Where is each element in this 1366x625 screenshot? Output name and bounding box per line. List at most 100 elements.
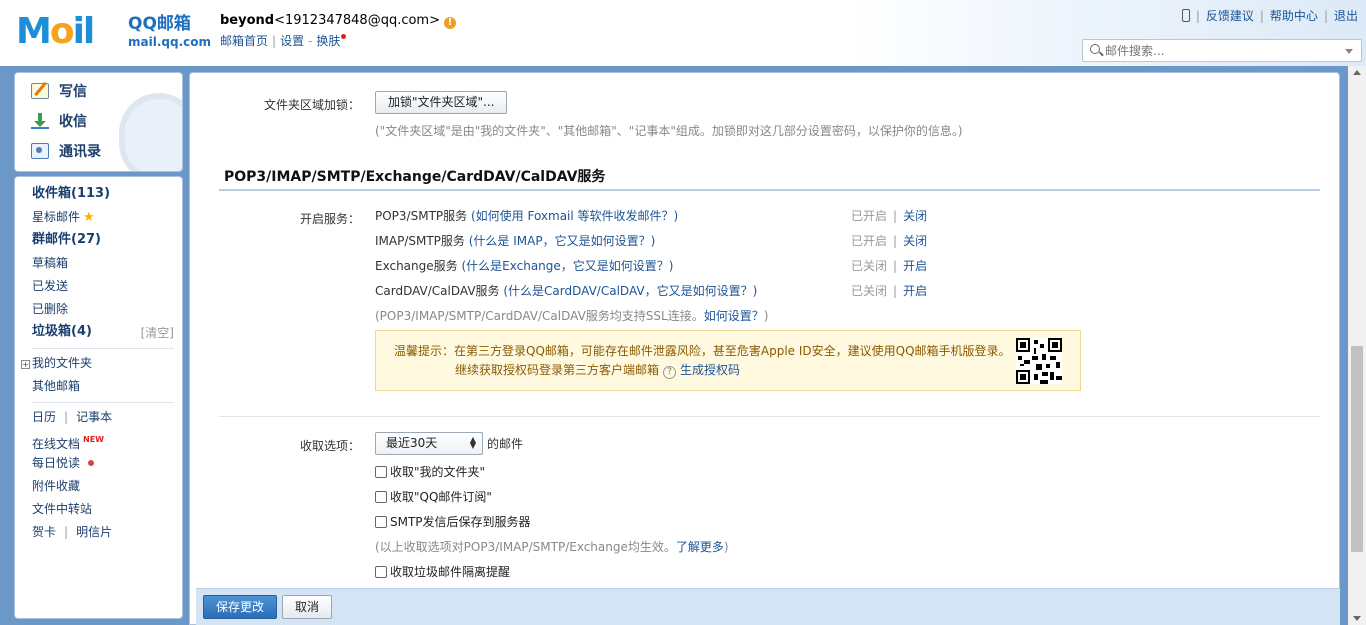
checkbox[interactable] [375, 466, 387, 478]
section-divider [219, 189, 1320, 191]
save-changes-button[interactable]: 保存更改 [203, 595, 278, 619]
option-fetch-subscriptions[interactable]: 收取"QQ邮件订阅" [375, 488, 492, 505]
page-scrollbar[interactable] [1348, 66, 1366, 625]
option-smtp-save-sent[interactable]: SMTP发信后保存到服务器 [375, 513, 531, 530]
header: Moil QQ邮箱 mail.qq.com beyond<1912347848@… [0, 0, 1366, 66]
tip-line-2-text: 继续获取授权码登录第三方客户端邮箱 [455, 363, 660, 377]
service-name: POP3/SMTP服务 [375, 209, 468, 223]
sidebar-item-group-mail[interactable]: 群邮件(27) [32, 232, 101, 248]
account-info: beyond<1912347848@qq.com>! [220, 13, 456, 29]
change-skin-link[interactable]: 换肤 [316, 34, 340, 48]
help-question-icon[interactable]: ? [663, 366, 677, 379]
sidebar-item-sent[interactable]: 已发送 [32, 278, 68, 294]
sidebar-item-file-transfer[interactable]: 文件中转站 [32, 501, 92, 517]
learn-more-link[interactable]: 了解更多 [676, 540, 724, 554]
inbox-download-icon [31, 113, 49, 129]
scroll-up-icon[interactable] [1353, 70, 1361, 75]
contacts-button[interactable]: 通讯录 [31, 141, 101, 163]
feedback-link[interactable]: 反馈建议 [1206, 9, 1254, 23]
settings-link[interactable]: 设置 [280, 34, 304, 48]
divider [219, 416, 1320, 417]
status-text: 已关闭 [851, 284, 888, 298]
security-tip-box: 温馨提示：在第三方登录QQ邮箱，可能存在邮件泄露风险，甚至危害Apple ID安… [375, 330, 1081, 391]
sidebar-item-inbox[interactable]: 收件箱(113) [32, 186, 110, 202]
option-label: 收取垃圾邮件隔离提醒 [390, 565, 511, 579]
logo-mail-text: Moil [16, 11, 95, 52]
service-row-pop3: POP3/SMTP服务 (如何使用 Foxmail 等软件收发邮件？) [375, 207, 678, 224]
expand-plus-icon[interactable]: + [21, 360, 30, 369]
daily-read-label: 每日悦读 [32, 456, 81, 470]
service-toggle-link[interactable]: 开启 [903, 284, 927, 298]
top-links: 邮箱首页 | 设置 - 换肤 [220, 32, 347, 49]
contacts-icon [31, 143, 49, 159]
sidebar-item-starred[interactable]: 星标邮件 ★ [32, 209, 95, 226]
sidebar-item-drafts[interactable]: 草稿箱 [32, 255, 68, 271]
ssl-howto-link[interactable]: 如何设置？ [704, 309, 764, 323]
sidebar-item-daily-read[interactable]: 每日悦读 [32, 455, 95, 471]
service-help-link[interactable]: (什么是 IMAP，它又是如何设置？) [469, 234, 656, 248]
options-note-end: ) [723, 540, 729, 554]
service-row-exchange: Exchange服务 (什么是Exchange，它又是如何设置？) [375, 257, 673, 274]
security-warning-icon[interactable]: ! [444, 17, 456, 29]
receive-mail-button[interactable]: 收信 [31, 111, 87, 133]
starred-label: 星标邮件 [32, 210, 81, 224]
scroll-down-icon[interactable] [1353, 616, 1361, 621]
sidebar-calendar-notes: 日历 | 记事本 [32, 410, 113, 424]
compose-icon [31, 83, 49, 99]
service-row-imap: IMAP/SMTP服务 (什么是 IMAP，它又是如何设置？) [375, 232, 655, 249]
user-email: <1912347848@qq.com> [274, 13, 440, 28]
option-fetch-my-folders[interactable]: 收取"我的文件夹" [375, 463, 485, 480]
compose-button[interactable]: 写信 [31, 81, 87, 103]
sidebar-cards: 贺卡 | 明信片 [32, 525, 113, 539]
sidebar-item-postcard[interactable]: 明信片 [76, 525, 112, 539]
ssl-note-end: ) [763, 309, 769, 323]
online-docs-label: 在线文档 [32, 437, 81, 451]
mailbox-home-link[interactable]: 邮箱首页 [220, 34, 268, 48]
folder-lock-button[interactable]: 加锁"文件夹区域"... [375, 91, 508, 114]
service-help-link[interactable]: (什么是CardDAV/CalDAV，它又是如何设置？) [503, 284, 757, 298]
sidebar-item-my-folders[interactable]: + 我的文件夹 [21, 355, 92, 371]
mobile-phone-icon[interactable] [1181, 9, 1190, 22]
mail-search-box[interactable] [1082, 39, 1362, 62]
logout-link[interactable]: 退出 [1334, 9, 1358, 23]
service-row-carddav: CardDAV/CalDAV服务 (什么是CardDAV/CalDAV，它又是如… [375, 282, 757, 299]
sidebar-item-deleted[interactable]: 已删除 [32, 301, 68, 317]
qr-code-icon [1016, 338, 1062, 384]
search-dropdown-arrow-icon[interactable] [1345, 49, 1353, 54]
sidebar-item-other-mail[interactable]: 其他邮箱 [32, 378, 80, 394]
qq-mail-logo[interactable]: Moil QQ邮箱 mail.qq.com [16, 11, 211, 52]
scrollbar-thumb[interactable] [1351, 346, 1363, 552]
sidebar-item-attachments[interactable]: 附件收藏 [32, 478, 80, 494]
service-help-link[interactable]: (什么是Exchange，它又是如何设置？) [461, 259, 673, 273]
unread-dot-icon [88, 460, 95, 466]
divider [32, 402, 174, 403]
checkbox[interactable] [375, 566, 387, 578]
service-help-link[interactable]: (如何使用 Foxmail 等软件收发邮件？) [471, 209, 678, 223]
generate-auth-code-link[interactable]: 生成授权码 [680, 363, 740, 377]
options-note: (以上收取选项对POP3/IMAP/SMTP/Exchange均生效。了解更多) [375, 538, 729, 555]
service-name: IMAP/SMTP服务 [375, 234, 465, 248]
service-name: Exchange服务 [375, 259, 458, 273]
option-label: 收取"QQ邮件订阅" [390, 490, 492, 504]
clear-spam-link[interactable]: [清空] [141, 324, 174, 341]
option-spam-quarantine[interactable]: 收取垃圾邮件隔离提醒 [375, 563, 510, 580]
fetch-options-label: 收取选项： [300, 439, 361, 453]
checkbox[interactable] [375, 516, 387, 528]
checkbox[interactable] [375, 491, 387, 503]
enable-service-label: 开启服务： [300, 212, 361, 226]
select-arrows-icon: ▲ ▼ [469, 435, 476, 450]
sidebar-item-spam[interactable]: 垃圾箱(4) [32, 324, 92, 340]
sidebar-item-greeting-card[interactable]: 贺卡 [32, 525, 56, 539]
cancel-button[interactable]: 取消 [282, 595, 333, 619]
service-toggle-link[interactable]: 关闭 [903, 234, 927, 248]
star-icon: ★ [83, 210, 95, 225]
sidebar-item-online-docs[interactable]: 在线文档 NEW [32, 432, 104, 452]
sidebar-item-calendar[interactable]: 日历 [32, 410, 56, 424]
help-center-link[interactable]: 帮助中心 [1270, 9, 1318, 23]
fetch-range-select[interactable]: 最近30天 ▲ ▼ [375, 432, 483, 455]
sidebar-item-notes[interactable]: 记事本 [76, 410, 112, 424]
service-toggle-link[interactable]: 开启 [903, 259, 927, 273]
service-toggle-link[interactable]: 关闭 [903, 209, 927, 223]
option-label: 收取"我的文件夹" [390, 465, 486, 479]
mail-search-input[interactable] [1105, 42, 1345, 59]
